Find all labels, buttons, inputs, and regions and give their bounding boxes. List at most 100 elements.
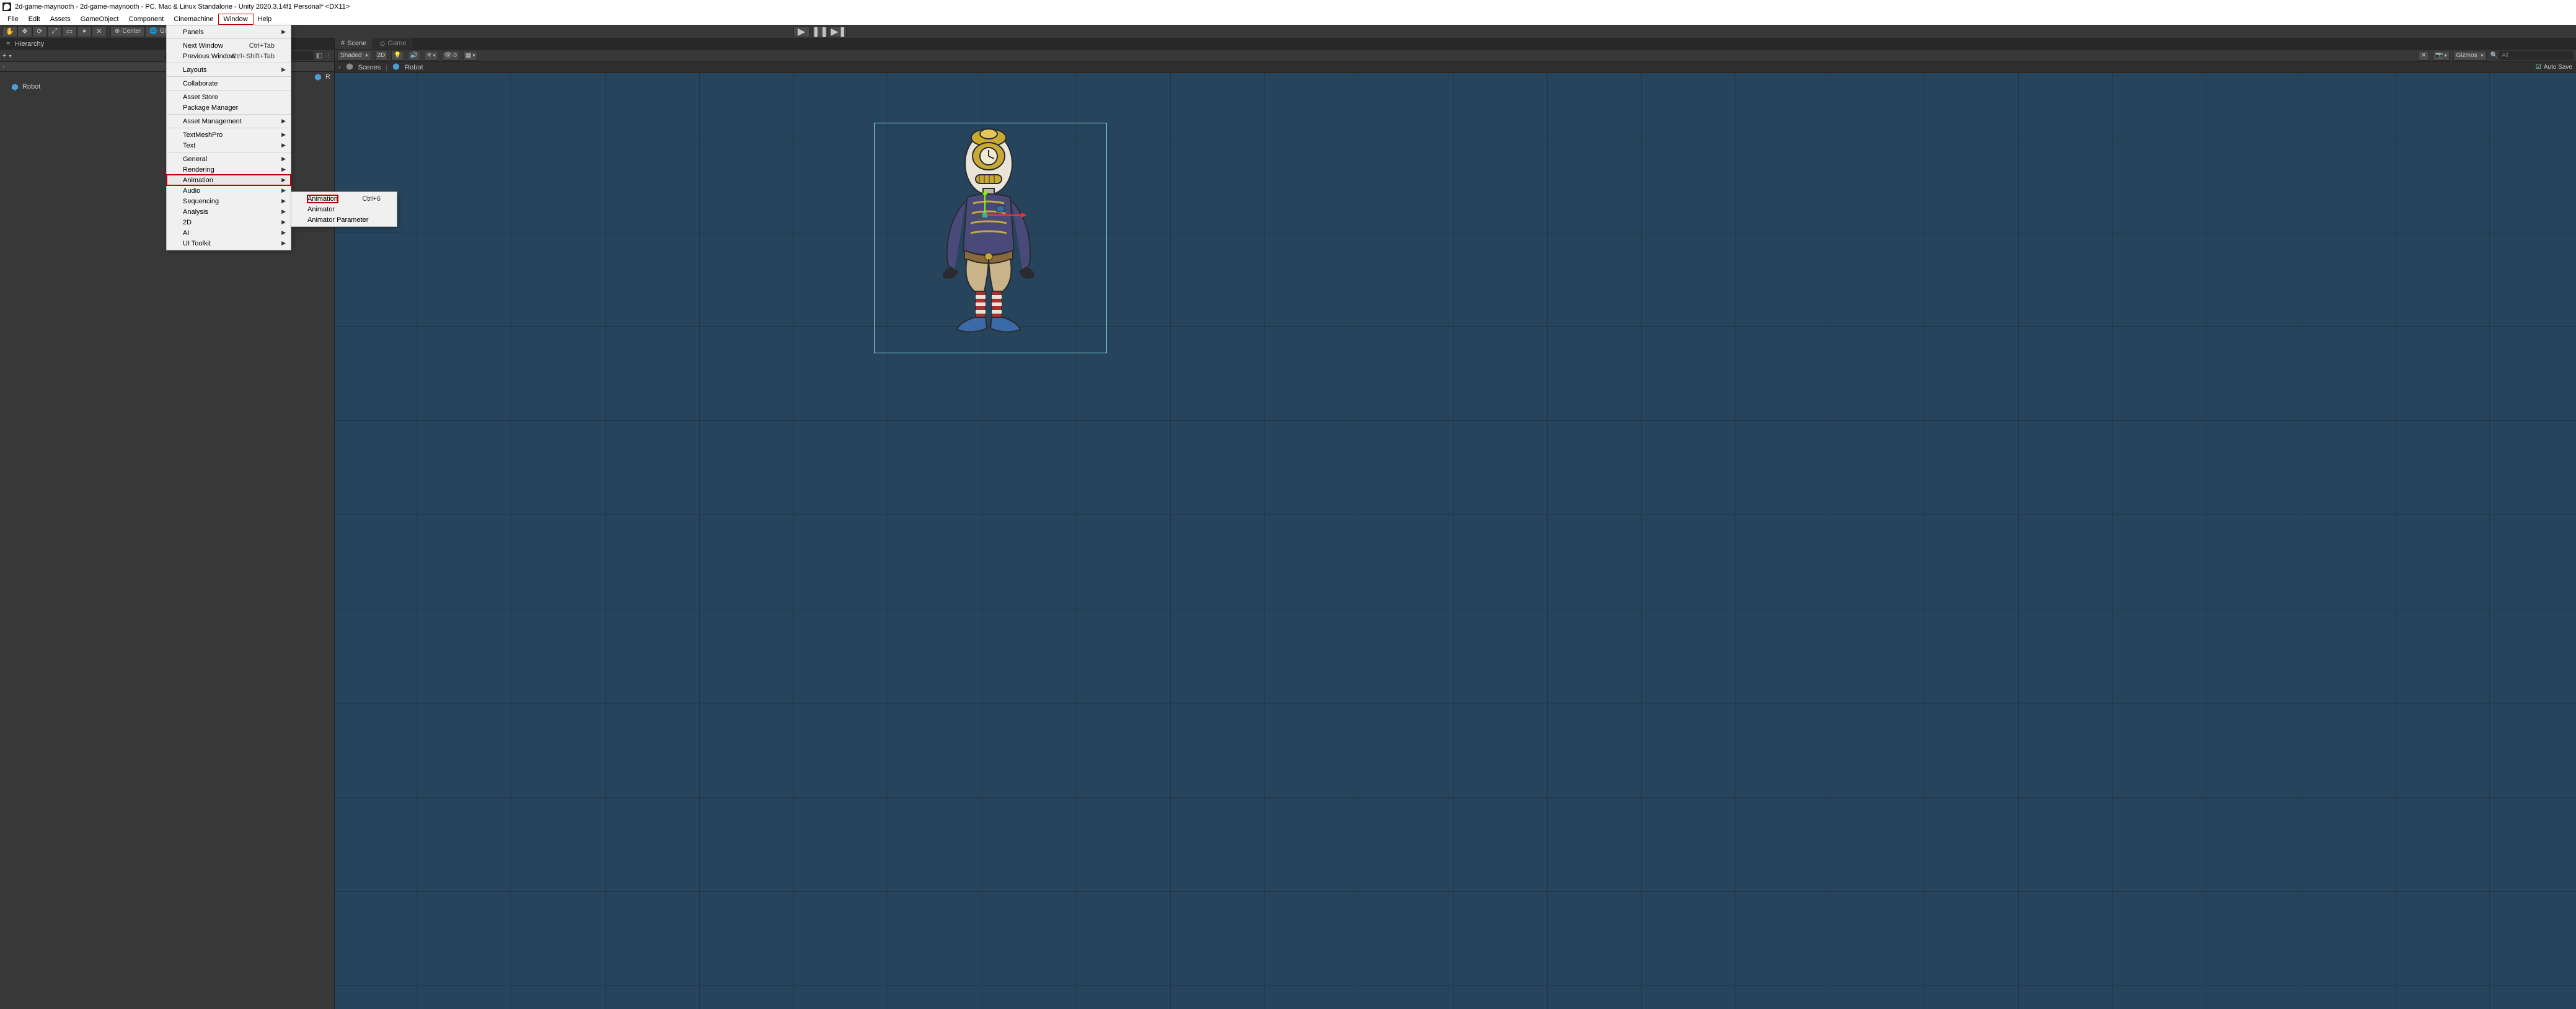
menu-window[interactable]: Window [219,14,253,24]
gizmos-label: Gizmos [2456,52,2477,59]
pause-button[interactable]: ❚❚ [812,26,828,37]
prefab-icon [314,73,322,81]
menu-item-asset-store[interactable]: Asset Store [167,92,291,102]
shading-mode-dropdown[interactable]: Shaded [337,51,371,61]
scene-toolbar: Shaded 2D 💡 🔊 ✳ 👁0 ▦ ✕ 📷 Gizmos 🔍 [335,50,2576,62]
menu-item-layouts[interactable]: Layouts▶ [167,64,291,75]
hidden-objects-toggle[interactable]: 👁0 [442,51,459,61]
menu-item-audio[interactable]: Audio▶ [167,185,291,196]
hierarchy-icon [6,40,12,48]
menu-component[interactable]: Component [123,14,169,24]
menu-item-animation[interactable]: Animation▶ [167,175,291,185]
hand-tool-button[interactable]: ✋ [2,26,17,37]
menu-edit[interactable]: Edit [24,14,45,24]
submenu-arrow-icon: ▶ [281,219,286,226]
menu-item-label: Previous Window [183,53,236,60]
chevron-down-icon [7,52,11,59]
scene-search-input[interactable] [2499,51,2574,60]
menu-cinemachine[interactable]: Cinemachine [169,14,218,24]
search-icon: 🔍 [2490,52,2498,59]
menu-item-general[interactable]: General ▶ [167,154,291,164]
shading-mode-label: Shaded [340,52,361,59]
menu-item-ui-toolkit[interactable]: UI Toolkit▶ [167,238,291,249]
submenu-arrow-icon: ▶ [281,142,286,149]
tab-scene[interactable]: #Scene [335,38,373,49]
submenu-arrow-icon: ▶ [281,66,286,73]
menu-item-2d[interactable]: 2D▶ [167,217,291,227]
menu-item-panels[interactable]: Panels▶ [167,27,291,37]
tools-button[interactable]: ✕ [2418,51,2429,61]
unity-logo-icon [2,2,11,11]
tab-game[interactable]: ⊙Game [373,38,413,49]
window-title: 2d-game-maynooth - 2d-game-maynooth - PC… [15,3,350,11]
transform-tool-button[interactable]: ✦ [77,26,92,37]
menu-help[interactable]: Help [253,14,277,24]
hierarchy-options-icon[interactable]: ⋮ [325,51,332,59]
submenu-item-label: Animator [307,206,335,213]
grid-toggle[interactable]: ▦ [463,51,477,61]
submenu-item-animator-parameter[interactable]: Animator Parameter [291,214,397,225]
scene-breadcrumb: ‹ Scenes | Robot ☑ Auto Save [335,62,2576,73]
custom-tool-button[interactable]: ✕ [92,26,107,37]
menu-item-textmeshpro[interactable]: TextMeshPro ▶ [167,130,291,140]
menu-item-analysis[interactable]: Analysis▶ [167,206,291,217]
menu-file[interactable]: File [2,14,24,24]
move-tool-button[interactable]: ✥ [17,26,32,37]
menu-item-label: Collaborate [183,80,218,87]
play-button[interactable]: ▶ [793,26,809,37]
menu-item-ai[interactable]: AI▶ [167,227,291,238]
submenu-arrow-icon: ▶ [281,131,286,138]
submenu-item-animation[interactable]: AnimationCtrl+6 [291,193,397,204]
submenu-arrow-icon: ▶ [281,29,286,35]
breadcrumb-separator: | [386,64,387,71]
breadcrumb-scenes[interactable]: Scenes [358,64,381,71]
window-dropdown-menu: Panels▶Next WindowCtrl+TabPrevious Windo… [166,25,291,250]
main-toolbar: ✋ ✥ ⟳ ⤢ ▭ ✦ ✕ ⊕ Center 🌐 Global ▶ ❚❚ ▶❚ [0,25,2576,38]
lighting-toggle[interactable]: 💡 [391,51,404,61]
gizmo-x-axis[interactable] [984,214,1025,216]
hierarchy-item-label: Robot [22,83,40,90]
menu-item-label: Rendering [183,166,214,174]
audio-toggle[interactable]: 🔊 [408,51,420,61]
menu-item-collaborate[interactable]: Collaborate [167,78,291,89]
menu-item-text[interactable]: Text ▶ [167,140,291,151]
prefab-icon [392,63,400,72]
breadcrumb-robot[interactable]: Robot [405,64,423,71]
menu-item-label: Text [183,142,195,149]
scale-tool-button[interactable]: ⤢ [47,26,62,37]
search-scope-icon[interactable]: ◧ [316,51,322,59]
menu-item-label: General [183,156,207,163]
rect-tool-button[interactable]: ▭ [62,26,77,37]
menu-item-asset-management[interactable]: Asset Management▶ [167,116,291,126]
hierarchy-add-button[interactable]: + [2,52,11,59]
gizmo-y-axis[interactable] [984,191,986,216]
pivot-mode-button[interactable]: ⊕ Center [110,26,145,37]
auto-save-toggle[interactable]: ☑ Auto Save [2536,64,2572,71]
camera-button[interactable]: 📷 [2433,51,2449,61]
submenu-arrow-icon: ▶ [281,198,286,205]
menu-item-rendering[interactable]: Rendering▶ [167,164,291,175]
menu-item-package-manager[interactable]: Package Manager [167,102,291,113]
gizmos-dropdown[interactable]: Gizmos [2453,51,2487,61]
submenu-item-animator[interactable]: Animator [291,204,397,214]
step-button[interactable]: ▶❚ [831,26,847,37]
submenu-arrow-icon: ▶ [281,156,286,162]
submenu-item-label: Animator Parameter [307,216,368,224]
breadcrumb-back[interactable]: ‹ [338,64,341,71]
robot-sprite[interactable] [930,126,1048,350]
add-plus: + [2,52,6,59]
menu-assets[interactable]: Assets [45,14,76,24]
menu-item-label: TextMeshPro [183,131,223,139]
scene-viewport[interactable] [335,73,2576,1009]
menu-shortcut: Ctrl+6 [362,195,381,203]
menu-item-next-window[interactable]: Next WindowCtrl+Tab [167,40,291,51]
gizmo-origin[interactable] [982,213,987,218]
menu-gameobject[interactable]: GameObject [76,14,124,24]
submenu-arrow-icon: ▶ [281,177,286,183]
fx-toggle[interactable]: ✳ [424,51,438,61]
menu-item-previous-window[interactable]: Previous WindowCtrl+Shift+Tab [167,51,291,61]
rotate-tool-button[interactable]: ⟳ [32,26,47,37]
workspace: Hierarchy + ◧ ⋮ ‹ R Robot #Scene [0,38,2576,1009]
menu-item-sequencing[interactable]: Sequencing▶ [167,196,291,206]
mode-2d-button[interactable]: 2D [375,51,388,61]
